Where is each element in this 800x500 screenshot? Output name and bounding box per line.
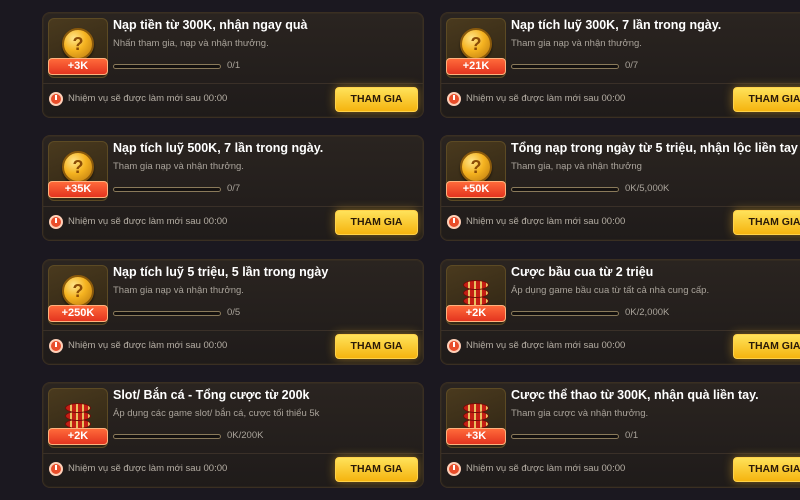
alarm-clock-icon xyxy=(49,339,63,353)
reward-badge: +2K xyxy=(48,428,108,445)
refresh-timer-text: Nhiệm vụ sẽ được làm mới sau 00:00 xyxy=(68,463,228,474)
coin-icon: ? xyxy=(460,28,492,60)
coin-icon: ? xyxy=(62,28,94,60)
alarm-clock-icon xyxy=(49,92,63,106)
progress-text: 0/7 xyxy=(625,60,639,71)
join-button[interactable]: THAM GIA xyxy=(733,457,800,482)
task-title: Cược thể thao từ 300K, nhận quà liền tay… xyxy=(511,388,759,402)
join-button[interactable]: THAM GIA xyxy=(733,87,800,112)
progress-bar xyxy=(511,311,619,316)
task-description: Nhấn tham gia, nạp và nhận thưởng. xyxy=(113,38,269,49)
divider xyxy=(43,453,423,454)
join-button[interactable]: THAM GIA xyxy=(733,334,800,359)
refresh-timer-text: Nhiệm vụ sẽ được làm mới sau 00:00 xyxy=(68,340,228,351)
alarm-clock-icon xyxy=(447,92,461,106)
task-description: Tham gia nạp và nhận thưởng. xyxy=(113,161,244,172)
alarm-clock-icon xyxy=(447,339,461,353)
progress-bar xyxy=(511,64,619,69)
task-description: Tham gia nạp và nhận thưởng. xyxy=(113,285,244,296)
task-title: Nạp tích luỹ 5 triệu, 5 lần trong ngày xyxy=(113,265,329,279)
reward-badge: +35K xyxy=(48,181,108,198)
refresh-timer-text: Nhiệm vụ sẽ được làm mới sau 00:00 xyxy=(68,93,228,104)
progress-text: 0K/200K xyxy=(227,430,264,441)
task-card: ? +35K Nạp tích luỹ 500K, 7 lần trong ng… xyxy=(42,135,424,241)
task-list: ? +3K Nạp tiền từ 300K, nhận ngay quà Nh… xyxy=(0,0,800,500)
alarm-clock-icon xyxy=(49,215,63,229)
coin-icon: ? xyxy=(62,151,94,183)
divider xyxy=(441,206,800,207)
reward-badge: +50K xyxy=(446,181,506,198)
task-description: Tham gia cược và nhận thưởng. xyxy=(511,408,649,419)
progress-text: 0K/5,000K xyxy=(625,183,670,194)
alarm-clock-icon xyxy=(447,215,461,229)
join-button[interactable]: THAM GIA xyxy=(335,334,418,359)
task-title: Tổng nạp trong ngày từ 5 triệu, nhận lộc… xyxy=(511,141,798,155)
task-description: Áp dụng game bầu cua từ tất cả nhà cung … xyxy=(511,285,710,296)
task-card: +2K Slot/ Bắn cá - Tổng cược từ 200k Áp … xyxy=(42,382,424,488)
divider xyxy=(43,330,423,331)
task-card: +2K Cược bầu cua từ 2 triệu Áp dụng game… xyxy=(440,259,800,365)
divider xyxy=(43,83,423,84)
progress-bar xyxy=(113,434,221,439)
alarm-clock-icon xyxy=(49,462,63,476)
task-card: ? +50K Tổng nạp trong ngày từ 5 triệu, n… xyxy=(440,135,800,241)
refresh-timer-text: Nhiệm vụ sẽ được làm mới sau 00:00 xyxy=(466,93,626,104)
task-card: +3K Cược thể thao từ 300K, nhận quà liền… xyxy=(440,382,800,488)
alarm-clock-icon xyxy=(447,462,461,476)
reward-badge: +21K xyxy=(446,58,506,75)
coin-icon: ? xyxy=(62,275,94,307)
refresh-timer-text: Nhiệm vụ sẽ được làm mới sau 00:00 xyxy=(466,463,626,474)
join-button[interactable]: THAM GIA xyxy=(733,210,800,235)
join-button[interactable]: THAM GIA xyxy=(335,210,418,235)
reward-badge: +2K xyxy=(446,305,506,322)
progress-bar xyxy=(113,311,221,316)
progress-text: 0/1 xyxy=(227,60,241,71)
refresh-timer-text: Nhiệm vụ sẽ được làm mới sau 00:00 xyxy=(466,340,626,351)
divider xyxy=(441,453,800,454)
task-description: Tham gia nạp và nhận thưởng. xyxy=(511,38,642,49)
task-description: Áp dụng các game slot/ bắn cá, cược tối … xyxy=(113,408,320,419)
divider xyxy=(441,83,800,84)
progress-bar xyxy=(113,187,221,192)
task-description: Tham gia, nạp và nhận thưởng xyxy=(511,161,642,172)
task-title: Slot/ Bắn cá - Tổng cược từ 200k xyxy=(113,388,310,402)
progress-text: 0/5 xyxy=(227,307,241,318)
divider xyxy=(43,206,423,207)
task-title: Nạp tiền từ 300K, nhận ngay quà xyxy=(113,18,308,32)
reward-badge: +3K xyxy=(446,428,506,445)
join-button[interactable]: THAM GIA xyxy=(335,87,418,112)
reward-badge: +3K xyxy=(48,58,108,75)
progress-text: 0/1 xyxy=(625,430,639,441)
task-title: Nạp tích luỹ 300K, 7 lần trong ngày. xyxy=(511,18,722,32)
task-card: ? +250K Nạp tích luỹ 5 triệu, 5 lần tron… xyxy=(42,259,424,365)
refresh-timer-text: Nhiệm vụ sẽ được làm mới sau 00:00 xyxy=(68,216,228,227)
reward-badge: +250K xyxy=(48,305,108,322)
join-button[interactable]: THAM GIA xyxy=(335,457,418,482)
refresh-timer-text: Nhiệm vụ sẽ được làm mới sau 00:00 xyxy=(466,216,626,227)
task-card: ? +3K Nạp tiền từ 300K, nhận ngay quà Nh… xyxy=(42,12,424,118)
progress-text: 0K/2,000K xyxy=(625,307,670,318)
task-title: Cược bầu cua từ 2 triệu xyxy=(511,265,654,279)
divider xyxy=(441,330,800,331)
task-title: Nạp tích luỹ 500K, 7 lần trong ngày. xyxy=(113,141,324,155)
coin-icon: ? xyxy=(460,151,492,183)
progress-bar xyxy=(511,187,619,192)
task-card: ? +21K Nạp tích luỹ 300K, 7 lần trong ng… xyxy=(440,12,800,118)
progress-bar xyxy=(113,64,221,69)
progress-text: 0/7 xyxy=(227,183,241,194)
progress-bar xyxy=(511,434,619,439)
